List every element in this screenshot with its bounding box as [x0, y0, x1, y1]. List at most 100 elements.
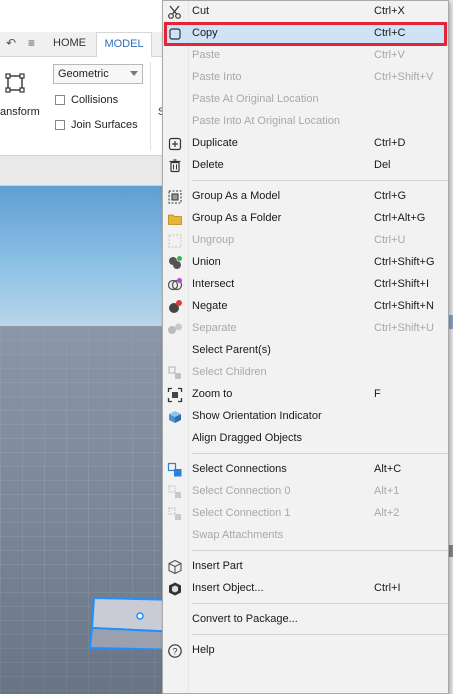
menu-item-label: Zoom to	[192, 388, 233, 400]
tab-model[interactable]: MODEL	[96, 32, 152, 57]
folder-icon	[167, 211, 183, 227]
menu-item-label: Intersect	[192, 278, 235, 290]
menu-item-union[interactable]: Union Ctrl+Shift+G	[163, 252, 448, 274]
menu-item-label: Select Connection 1	[192, 507, 291, 519]
menu-item-shortcut: Ctrl+Shift+U	[374, 322, 434, 334]
menu-item-shortcut: Ctrl+C	[374, 27, 406, 39]
menu-item-label: Ungroup	[192, 234, 235, 246]
menu-item-select-children[interactable]: Select Children	[163, 362, 448, 384]
menu-item-select-connection-1[interactable]: Select Connection 1 Alt+2	[163, 503, 448, 525]
menu-item-label: Separate	[192, 322, 237, 334]
menu-separator	[192, 453, 448, 454]
menu-item-duplicate[interactable]: Duplicate Ctrl+D	[163, 133, 448, 155]
menu-item-shortcut: F	[374, 388, 381, 400]
menu-item-group-as-model[interactable]: Group As a Model Ctrl+G	[163, 186, 448, 208]
collisions-checkbox[interactable]: Collisions	[55, 94, 118, 106]
menu-item-shortcut: Ctrl+Shift+I	[374, 278, 430, 290]
menu-item-select-connections[interactable]: Select Connections Alt+C	[163, 459, 448, 481]
menu-item-paste-into[interactable]: Paste Into Ctrl+Shift+V	[163, 67, 448, 89]
menu-item-shortcut: Ctrl+X	[374, 5, 405, 17]
menu-item-label: Select Children	[192, 366, 267, 378]
menu-item-label: Swap Attachments	[192, 529, 284, 541]
help-icon: ?	[167, 643, 183, 659]
menu-item-label: Delete	[192, 159, 224, 171]
undo-icon[interactable]: ↶	[6, 36, 16, 50]
menu-item-convert-to-package[interactable]: Convert to Package...	[163, 609, 448, 631]
model-icon	[167, 189, 183, 205]
menu-item-shortcut: Ctrl+Shift+G	[374, 256, 435, 268]
menu-item-shortcut: Del	[374, 159, 391, 171]
menu-item-shortcut: Alt+1	[374, 485, 400, 497]
menu-item-shortcut: Ctrl+D	[374, 137, 406, 149]
connection-icon	[167, 506, 183, 522]
menu-item-label: Cut	[192, 5, 210, 17]
collisions-label: Collisions	[71, 94, 119, 106]
menu-item-zoom-to[interactable]: Zoom to F	[163, 384, 448, 406]
menu-item-shortcut: Ctrl+Shift+V	[374, 71, 434, 83]
menu-item-group-as-folder[interactable]: Group As a Folder Ctrl+Alt+G	[163, 208, 448, 230]
menu-item-select-connection-0[interactable]: Select Connection 0 Alt+1	[163, 481, 448, 503]
menu-item-paste-at-original-location[interactable]: Paste At Original Location	[163, 89, 448, 111]
menu-item-help[interactable]: ? Help	[163, 640, 448, 662]
menu-item-label: Align Dragged Objects	[192, 432, 303, 444]
chevron-down-icon	[130, 71, 138, 76]
ribbon-divider	[150, 62, 151, 150]
menu-item-label: Group As a Model	[192, 190, 281, 202]
menu-item-shortcut: Ctrl+V	[374, 49, 405, 61]
menu-item-select-parents[interactable]: Select Parent(s)	[163, 340, 448, 362]
join-surfaces-checkbox[interactable]: Join Surfaces	[55, 119, 138, 131]
menu-separator	[192, 180, 448, 181]
transform-label[interactable]: ansform	[0, 106, 40, 118]
menu-item-delete[interactable]: Delete Del	[163, 155, 448, 177]
menu-item-intersect[interactable]: Intersect Ctrl+Shift+I	[163, 274, 448, 296]
menu-item-negate[interactable]: Negate Ctrl+Shift+N	[163, 296, 448, 318]
menu-item-shortcut: Ctrl+G	[374, 190, 407, 202]
menu-item-swap-attachments[interactable]: Swap Attachments	[163, 525, 448, 547]
menu-item-insert-object[interactable]: Insert Object... Ctrl+I	[163, 578, 448, 600]
join-surfaces-label: Join Surfaces	[71, 119, 138, 131]
collision-mode-value: Geometric	[58, 68, 109, 80]
connection-icon	[167, 484, 183, 500]
menu-item-label: Paste Into	[192, 71, 242, 83]
menu-item-label: Negate	[192, 300, 228, 312]
checkbox-box[interactable]	[55, 95, 65, 105]
select-connections-icon	[167, 462, 183, 478]
menu-item-shortcut: Ctrl+U	[374, 234, 406, 246]
menu-item-label: Show Orientation Indicator	[192, 410, 322, 422]
intersect-icon	[167, 277, 183, 293]
menu-item-cut[interactable]: Cut Ctrl+X	[163, 1, 448, 23]
menu-item-label: Select Connections	[192, 463, 287, 475]
negate-icon	[167, 299, 183, 315]
menu-item-label: Help	[192, 644, 215, 656]
checkbox-box[interactable]	[55, 120, 65, 130]
menu-item-shortcut: Ctrl+I	[374, 582, 401, 594]
menu-item-label: Insert Part	[192, 560, 243, 572]
menu-item-show-orientation-indicator[interactable]: Show Orientation Indicator	[163, 406, 448, 428]
menu-item-shortcut: Alt+2	[374, 507, 400, 519]
collision-mode-select[interactable]: Geometric	[53, 64, 143, 84]
menu-item-separate[interactable]: Separate Ctrl+Shift+U	[163, 318, 448, 340]
object-icon	[167, 581, 183, 597]
menu-separator	[192, 634, 448, 635]
menu-item-label: Select Parent(s)	[192, 344, 271, 356]
orientation-icon	[167, 409, 183, 425]
menu-item-ungroup[interactable]: Ungroup Ctrl+U	[163, 230, 448, 252]
menu-item-label: Duplicate	[192, 137, 238, 149]
select-children-icon	[167, 365, 183, 381]
menu-item-copy[interactable]: Copy Ctrl+C	[163, 23, 448, 45]
menu-item-paste-into-at-original-location[interactable]: Paste Into At Original Location	[163, 111, 448, 133]
transform-icon[interactable]	[4, 72, 26, 94]
svg-text:?: ?	[172, 647, 177, 657]
menu-item-label: Paste At Original Location	[192, 93, 319, 105]
ungroup-icon	[167, 233, 183, 249]
menu-item-align-dragged-objects[interactable]: Align Dragged Objects	[163, 428, 448, 450]
menu-item-label: Group As a Folder	[192, 212, 282, 224]
chevron-down-icon[interactable]: ≡	[28, 36, 35, 50]
trash-icon	[167, 158, 183, 174]
menu-item-paste[interactable]: Paste Ctrl+V	[163, 45, 448, 67]
menu-separator	[192, 603, 448, 604]
separate-icon	[167, 321, 183, 337]
menu-item-label: Paste	[192, 49, 221, 61]
tab-home[interactable]: HOME	[53, 37, 86, 49]
menu-item-insert-part[interactable]: Insert Part	[163, 556, 448, 578]
